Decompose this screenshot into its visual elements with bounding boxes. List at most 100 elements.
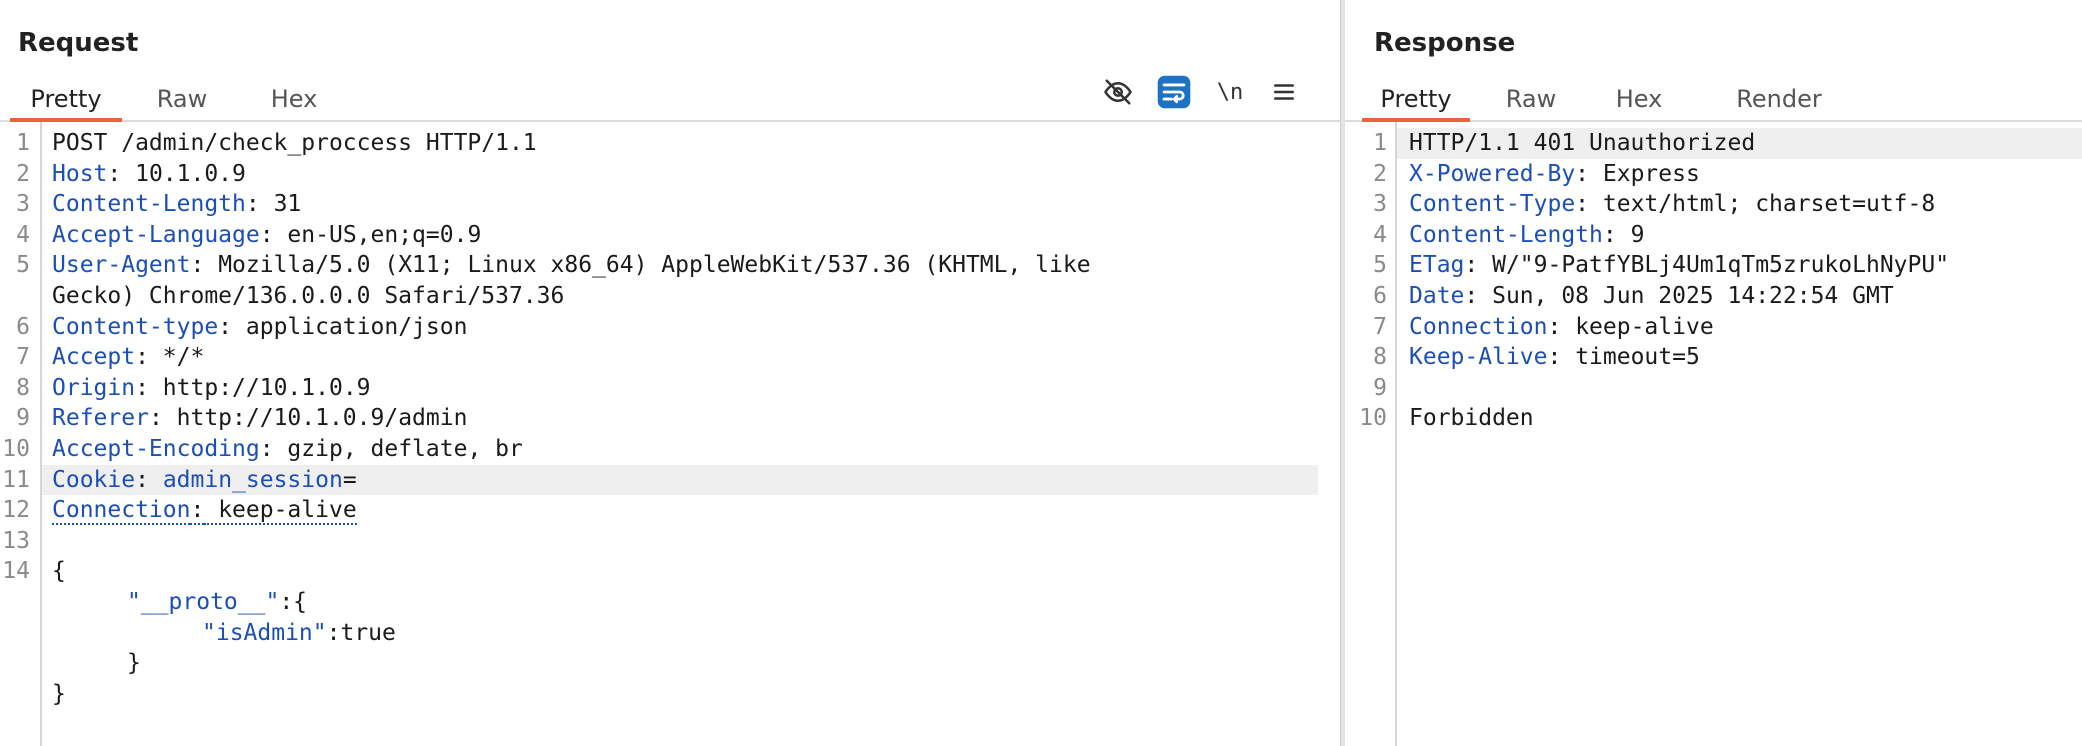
header-value: gzip, deflate, br [273,436,523,462]
line-number: 14 [2,558,30,585]
response-tab-hex[interactable]: Hex [1601,80,1677,118]
header-colon: : [1602,221,1617,248]
header-colon: : [135,344,149,371]
header-name: Accept [52,344,136,371]
line-content: ETag: W/"9-PatfYBLj4Um1qTm5zrukoLhNyPU" [1409,250,1949,281]
header-colon: : [135,466,149,493]
header-name: Content-Type [1409,191,1576,218]
request-tab-pretty[interactable]: Pretty [10,80,122,122]
line-number: 6 [16,313,30,340]
request-code-line: 10 Accept-Encoding: gzip, deflate, br [0,434,1340,465]
line-content: Content-Length: 9 [1409,220,1644,251]
json-key: "__proto__" [127,589,280,615]
request-editor[interactable]: 1 POST /admin/check_proccess HTTP/1.1 2 Hos… [0,122,1340,746]
header-colon: : [1575,191,1590,218]
header-name: Host [52,160,108,187]
line-content: Connection: keep-alive [1409,312,1714,343]
line-number: 8 [1373,344,1387,371]
header-value: http://10.1.0.9 [148,374,371,401]
request-code-line: 13 [0,526,1340,557]
response-code-line: 4 Content-Length: 9 [1345,220,2082,251]
line-content: Origin: http://10.1.0.9 [52,373,371,404]
header-value: http://10.1.0.9/admin [162,405,468,432]
header-value: W/"9-PatfYBLj4Um1qTm5zrukoLhNyPU" [1478,252,1950,279]
response-title: Response [1374,28,1516,58]
line-content: Content-type: application/json [52,312,467,343]
line-content: Forbidden [1409,403,1534,434]
request-code-line: 2 Host: 10.1.0.9 [0,159,1340,190]
response-code-line: 6 Date: Sun, 08 Jun 2025 14:22:54 GMT [1345,281,2082,312]
line-number: 9 [16,405,30,432]
response-code-line: 8 Keep-Alive: timeout=5 [1345,342,2082,373]
header-value: timeout=5 [1561,344,1700,371]
response-editor[interactable]: 1 HTTP/1.1 401 Unauthorized 2 X-Powered-By:… [1345,122,2082,746]
header-value: Sun, 08 Jun 2025 14:22:54 GMT [1478,283,1894,309]
eye-off-icon[interactable] [1100,74,1136,110]
header-colon: : [1547,344,1562,371]
response-code-line: 2 X-Powered-By: Express [1345,159,2082,190]
line-content: Gecko) Chrome/136.0.0.0 Safari/537.36 [52,281,564,312]
json-key: "isAdmin" [202,619,327,646]
response-tab-raw[interactable]: Raw [1493,80,1569,118]
request-code-line: 14 { [0,556,1340,587]
request-code-line: 11 Cookie: admin_session= [2,464,1318,496]
line-number: 10 [1359,405,1387,432]
newline-icon[interactable]: \n [1212,74,1248,110]
header-name: Content-type [52,313,219,340]
response-tab-render[interactable]: Render [1727,80,1831,118]
line-number: 13 [2,527,30,554]
header-colon: : [218,313,233,340]
line-content: Accept: */* [52,342,204,373]
header-value: keep-alive [1561,313,1714,340]
line-text: Gecko) Chrome/136.0.0.0 Safari/537.36 [52,283,565,309]
header-value: 10.1.0.9 [121,160,246,187]
line-number: 2 [1373,160,1387,187]
header-name: Origin [52,374,136,401]
line-number: 5 [1373,252,1387,279]
line-number: 1 [1373,130,1387,156]
header-value: en-US,en;q=0.9 [273,221,482,248]
response-code-line: 10 Forbidden [1345,403,2082,434]
request-tab-raw[interactable]: Raw [144,80,220,118]
json-value: :{ [279,589,308,615]
header-value: = [342,466,357,493]
header-colon: : [259,436,274,462]
line-number: 9 [1373,374,1387,401]
header-name: Connection [1409,313,1548,340]
wrap-text-icon[interactable] [1156,74,1192,110]
header-colon: : [1575,160,1590,187]
line-number: 10 [2,436,30,462]
header-value: Express [1589,160,1700,187]
request-toolbar: \n [1100,74,1320,114]
header-colon: : [148,405,163,432]
line-number: 3 [1373,191,1387,218]
response-tab-pretty[interactable]: Pretty [1362,80,1470,122]
request-code-line: "isAdmin":true [0,618,1340,649]
menu-icon[interactable] [1266,74,1302,110]
response-code-line: 1 HTTP/1.1 401 Unauthorized [1373,128,2082,159]
header-colon: : [259,221,274,248]
line-text: POST /admin/check_proccess HTTP/1.1 [52,130,537,156]
request-tab-hex[interactable]: Hex [256,80,332,118]
line-content: Content-Length: 31 [52,189,301,220]
request-code-line: } [0,648,1340,679]
request-code-line: 6 Content-type: application/json [0,312,1340,343]
line-number: 2 [16,160,30,187]
line-content: { [52,556,66,587]
header-colon: : [107,160,122,187]
header-value: keep-alive [204,497,357,526]
header-colon: : [190,497,205,526]
line-content: Keep-Alive: timeout=5 [1409,342,1700,373]
line-number: 6 [1373,283,1387,309]
line-content: Connection: keep-alive [52,495,357,526]
line-number: 4 [16,221,30,248]
line-number: 1 [16,130,30,156]
line-content: "isAdmin":true [202,618,396,649]
header-name: Connection [52,497,191,526]
line-number: 5 [16,252,30,279]
request-code-line: Gecko) Chrome/136.0.0.0 Safari/537.36 [0,281,1340,312]
request-code-line: 3 Content-Length: 31 [0,189,1340,220]
response-code-line: 3 Content-Type: text/html; charset=utf-8 [1345,189,2082,220]
header-colon: : [135,374,149,401]
header-colon: : [245,191,260,218]
